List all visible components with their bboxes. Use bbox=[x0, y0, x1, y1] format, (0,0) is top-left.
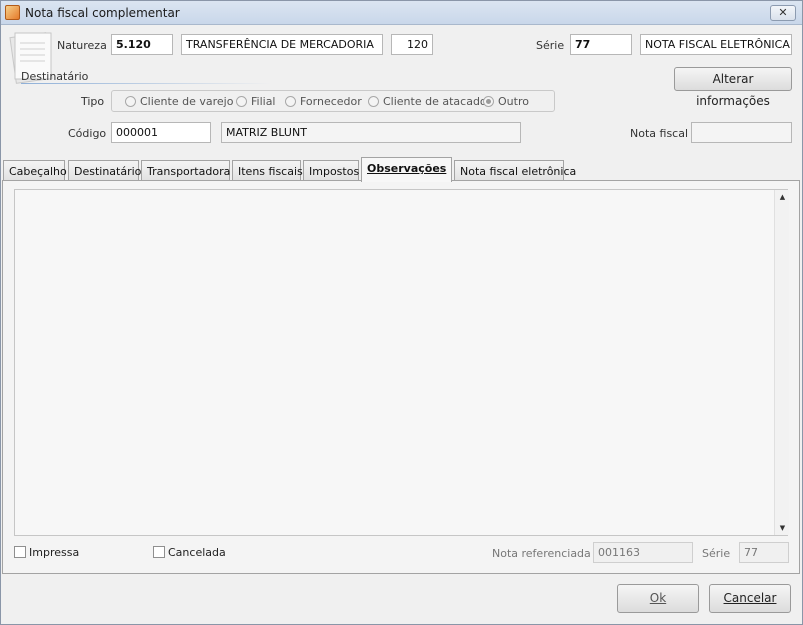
ok-label: Ok bbox=[649, 591, 667, 605]
close-button[interactable]: ✕ bbox=[770, 5, 796, 21]
radio-icon bbox=[368, 96, 379, 107]
codigo-field[interactable]: 000001 bbox=[111, 122, 211, 143]
tab-bar: Cabeçalho Destinatário Transportadora It… bbox=[2, 157, 802, 182]
radio-label: Cliente de atacado bbox=[383, 95, 487, 108]
serie-description-field[interactable]: NOTA FISCAL ELETRÔNICA bbox=[640, 34, 792, 55]
natureza-code-field[interactable]: 5.120 bbox=[111, 34, 173, 55]
tab-observacoes[interactable]: Observações bbox=[361, 157, 452, 182]
serie-field[interactable]: 77 bbox=[570, 34, 632, 55]
radio-icon bbox=[236, 96, 247, 107]
radio-label: Filial bbox=[251, 95, 276, 108]
radio-filial[interactable]: Filial bbox=[236, 95, 276, 108]
radio-label: Outro bbox=[498, 95, 529, 108]
close-icon: ✕ bbox=[778, 6, 788, 19]
tipo-radio-group: Cliente de varejo Filial Fornecedor Clie… bbox=[111, 90, 555, 112]
radio-label: Cliente de varejo bbox=[140, 95, 234, 108]
checkbox-icon bbox=[153, 546, 165, 558]
destinatario-name-field[interactable]: MATRIZ BLUNT bbox=[221, 122, 521, 143]
radio-label: Fornecedor bbox=[300, 95, 362, 108]
radio-icon bbox=[285, 96, 296, 107]
checkbox-icon bbox=[14, 546, 26, 558]
natureza-label: Natureza bbox=[57, 39, 107, 52]
cancel-button[interactable]: Cancelar bbox=[709, 584, 791, 613]
natureza-description-field[interactable]: TRANSFERÊNCIA DE MERCADORIA bbox=[181, 34, 383, 55]
radio-cliente-varejo[interactable]: Cliente de varejo bbox=[125, 95, 233, 108]
cancel-label: Cancelar bbox=[723, 591, 777, 605]
app-icon bbox=[5, 5, 20, 20]
referencia-serie-field[interactable]: 77 bbox=[739, 542, 789, 563]
serie-label: Série bbox=[536, 39, 565, 52]
impressa-label: Impressa bbox=[29, 546, 80, 559]
observacoes-panel: ▲ ▼ Impressa Cancelada Nota referenciada… bbox=[2, 180, 800, 574]
title-bar[interactable]: Nota fiscal complementar ✕ bbox=[1, 1, 802, 25]
nota-fiscal-field[interactable] bbox=[691, 122, 792, 143]
cancelada-label: Cancelada bbox=[168, 546, 226, 559]
tab-itens-fiscais[interactable]: Itens fiscais bbox=[232, 160, 303, 181]
nota-fiscal-label: Nota fiscal bbox=[630, 127, 689, 140]
scroll-up-icon[interactable]: ▲ bbox=[775, 190, 790, 204]
cancelada-checkbox[interactable]: Cancelada bbox=[153, 546, 226, 559]
natureza-number-field[interactable]: 120 bbox=[391, 34, 433, 55]
observacoes-textarea[interactable] bbox=[14, 189, 788, 536]
vertical-scrollbar[interactable]: ▲ ▼ bbox=[774, 190, 789, 535]
impressa-checkbox[interactable]: Impressa bbox=[14, 546, 79, 559]
tab-destinatario[interactable]: Destinatário bbox=[68, 160, 141, 181]
tipo-label: Tipo bbox=[81, 95, 105, 108]
scroll-down-icon[interactable]: ▼ bbox=[775, 521, 790, 535]
radio-fornecedor[interactable]: Fornecedor bbox=[285, 95, 362, 108]
tab-transportadora[interactable]: Transportadora bbox=[141, 160, 230, 181]
radio-cliente-atacado[interactable]: Cliente de atacado bbox=[368, 95, 487, 108]
referencia-serie-label: Série bbox=[702, 547, 731, 560]
codigo-label: Código bbox=[68, 127, 107, 140]
alterar-informacoes-label: Alterar informações bbox=[696, 72, 770, 108]
radio-icon bbox=[125, 96, 136, 107]
destinatario-section-title: Destinatário bbox=[21, 70, 89, 83]
tab-impostos[interactable]: Impostos bbox=[303, 160, 359, 181]
nota-referenciada-field[interactable]: 001163 bbox=[593, 542, 693, 563]
nota-referenciada-label: Nota referenciada bbox=[492, 547, 591, 560]
tab-nota-fiscal-eletronica[interactable]: Nota fiscal eletrônica bbox=[454, 160, 576, 181]
radio-checked-icon bbox=[483, 96, 494, 107]
ok-button[interactable]: Ok bbox=[617, 584, 699, 613]
dialog-window: Nota fiscal complementar ✕ Natureza 5.12… bbox=[0, 0, 803, 625]
section-divider bbox=[21, 83, 271, 84]
window-title: Nota fiscal complementar bbox=[25, 6, 180, 20]
tab-cabecalho[interactable]: Cabeçalho bbox=[3, 160, 67, 181]
alterar-informacoes-button[interactable]: Alterar informações bbox=[674, 67, 792, 108]
radio-outro[interactable]: Outro bbox=[483, 95, 529, 108]
